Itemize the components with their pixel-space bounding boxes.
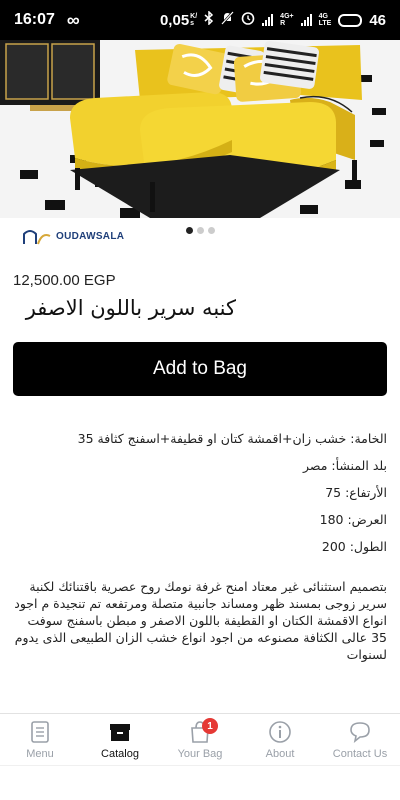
tab-your-bag[interactable]: 1 Your Bag xyxy=(160,714,240,765)
status-time: 16:07 xyxy=(14,11,55,28)
catalog-box-icon xyxy=(107,720,133,744)
tab-menu-label: Menu xyxy=(26,748,54,760)
bottom-tab-bar: Menu Catalog 1 Your Bag About Contact Us xyxy=(0,713,400,765)
network-type-2-bottom: LTE xyxy=(318,20,332,27)
product-title: كنبه سرير باللون الاصفر xyxy=(25,296,236,320)
product-image[interactable] xyxy=(0,40,400,218)
mute-bell-icon xyxy=(221,11,235,29)
status-bar: 16:07 ∞ 0,05 K/ s 4G+ R 4G LTE 46 xyxy=(0,0,400,40)
network-speed-unit-bottom: s xyxy=(190,20,195,27)
product-description: بتصميم استثنائى غير معتاد امنح غرفة نومك… xyxy=(14,579,387,662)
pager-dot-3[interactable] xyxy=(207,227,215,234)
pager-dot-2[interactable] xyxy=(196,227,204,234)
tab-contact-us-label: Contact Us xyxy=(332,748,388,760)
pager-dot-1[interactable] xyxy=(185,227,193,234)
add-to-bag-button[interactable]: Add to Bag xyxy=(13,342,387,396)
tab-your-bag-label: Your Bag xyxy=(177,748,223,760)
battery-level: 46 xyxy=(369,11,386,29)
infinity-icon: ∞ xyxy=(66,9,80,30)
network-type-1-top: 4G+ xyxy=(280,13,294,20)
chat-bubble-icon xyxy=(347,720,373,744)
network-speed-unit-top: K/ xyxy=(190,13,198,20)
menu-document-icon xyxy=(27,720,53,744)
battery-icon xyxy=(338,13,363,27)
spec-material: الخامة: خشب زان+اقمشة كتان او قطيفة+اسفن… xyxy=(77,431,387,446)
tab-catalog[interactable]: Catalog xyxy=(80,714,160,765)
network-speed-value: 0,05 xyxy=(159,11,190,29)
signal-bars-2-icon xyxy=(300,14,312,26)
spec-length: الطول: 200 xyxy=(321,539,387,554)
signal-bars-icon xyxy=(262,14,274,26)
network-type-1-bottom: R xyxy=(280,20,286,27)
tab-about-label: About xyxy=(265,748,295,760)
info-icon xyxy=(267,720,293,744)
alarm-clock-icon xyxy=(241,11,255,29)
tab-catalog-label: Catalog xyxy=(101,748,139,760)
bluetooth-icon xyxy=(204,10,214,29)
network-type-2: 4G LTE xyxy=(319,13,332,27)
spec-height: الأرتفاع: 75 xyxy=(325,485,387,500)
system-nav-area xyxy=(0,765,400,800)
tab-contact-us[interactable]: Contact Us xyxy=(320,714,400,765)
network-type-1: 4G+ R xyxy=(280,13,293,27)
spec-width: العرض: 180 xyxy=(319,512,387,527)
image-pager[interactable] xyxy=(0,227,400,234)
tab-menu[interactable]: Menu xyxy=(0,714,80,765)
yellow-sofa-bed-image xyxy=(0,40,400,218)
spec-origin: بلد المنشأ: مصر xyxy=(302,458,387,473)
product-price: 12,500.00 EGP xyxy=(13,272,116,289)
network-type-2-top: 4G xyxy=(318,13,328,20)
tab-about[interactable]: About xyxy=(240,714,320,765)
bag-count-badge: 1 xyxy=(202,718,218,734)
network-speed: 0,05 K/ s xyxy=(160,12,197,29)
